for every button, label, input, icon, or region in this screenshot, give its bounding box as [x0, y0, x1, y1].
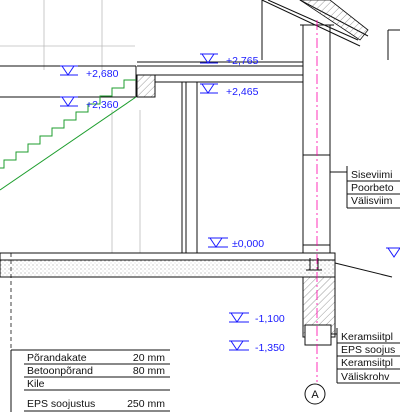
right-label-top-1: Poorbeto — [351, 182, 394, 194]
floor-layer-value-3: 250 mm — [127, 398, 165, 410]
level-text-4: +2,465 — [226, 86, 259, 98]
right-label-top-0: Siseviimi — [351, 169, 392, 181]
level-marker-8 — [386, 247, 400, 258]
level-text-6: -1,100 — [255, 313, 285, 325]
right-label-top-2: Välisviim — [351, 195, 393, 207]
floor-layer-name-3: EPS soojustus — [27, 398, 95, 410]
right-label-box-top: Siseviimi Poorbeto Välisviim — [330, 166, 400, 209]
upper-slab-right — [137, 61, 303, 83]
beam — [136, 74, 156, 98]
background-lines — [0, 0, 141, 253]
right-label-bottom-1: EPS soojus — [341, 344, 395, 356]
level-text-2: +2,360 — [86, 99, 119, 111]
level-marker-6 — [229, 312, 249, 323]
right-label-box-bottom: Keramsiitpl EPS soojus Keramsiitpl Välis… — [331, 328, 400, 384]
level-marker-7 — [229, 340, 249, 351]
level-text-1: +2,680 — [86, 68, 119, 80]
right-label-bottom-3: Väliskrohv — [341, 371, 390, 383]
floor-layer-name-2: Kile — [27, 378, 45, 390]
level-marker-1 — [60, 65, 78, 76]
floor-layer-name-0: Põrandakate — [27, 352, 87, 364]
level-text-5: ±0,000 — [232, 238, 264, 250]
level-marker-5 — [208, 237, 228, 248]
level-text-7: -1,350 — [255, 342, 285, 354]
right-label-bottom-0: Keramsiitpl — [341, 331, 393, 343]
floor-layer-name-1: Betoonpõrand — [27, 365, 93, 377]
level-marker-4 — [200, 83, 218, 94]
ground-slab — [0, 259, 336, 278]
section-drawing: A +2,680 +2,360 +2,765 +2,465 ±0,000 -1,… — [0, 0, 400, 412]
floor-layer-table: Põrandakate 20 mm Betoonpõrand 80 mm Kil… — [10, 349, 170, 412]
right-edge — [387, 29, 400, 60]
axis-label: A — [311, 389, 319, 401]
level-text-3: +2,765 — [226, 55, 259, 67]
floor-layer-value-1: 80 mm — [133, 365, 165, 377]
level-marker-2 — [60, 96, 78, 107]
interior-posts — [181, 82, 198, 253]
ground-slab-top — [0, 252, 336, 261]
floor-layer-value-0: 20 mm — [133, 352, 165, 364]
right-label-bottom-2: Keramsiitpl — [341, 357, 393, 369]
